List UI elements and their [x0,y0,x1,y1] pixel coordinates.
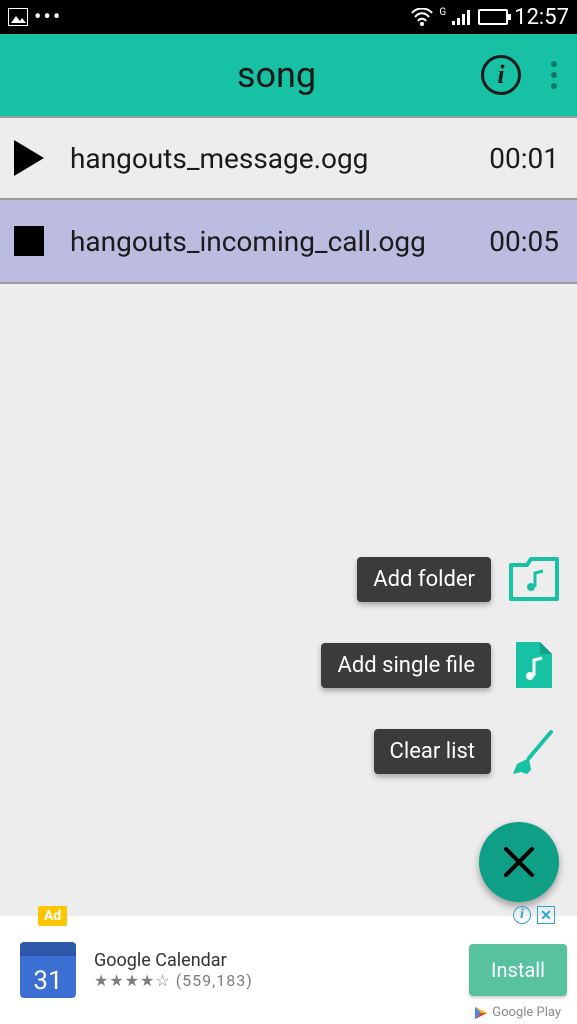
fab-label: Add single file [321,643,491,688]
overflow-menu-icon[interactable] [543,61,565,89]
track-list: hangouts_message.ogg 00:01 hangouts_inco… [0,116,577,284]
ad-banner[interactable]: Ad i ✕ 31 Google Calendar ★★★★☆ (559,183… [0,916,577,1024]
ad-info-icon[interactable]: i [513,906,531,924]
fab-item-add-folder[interactable]: Add folder [357,554,559,604]
track-row[interactable]: hangouts_incoming_call.ogg 00:05 [0,200,577,284]
app-bar: song i [0,34,577,116]
image-icon [8,8,28,26]
store-attribution: Google Play [474,1005,561,1020]
ad-title: Google Calendar [94,950,469,971]
ad-badge: Ad [38,906,67,926]
signal-icon [452,9,472,25]
broom-icon[interactable] [509,726,559,776]
info-icon[interactable]: i [481,55,521,95]
more-dots-icon: ••• [34,5,62,30]
wifi-icon [411,8,433,26]
close-icon [502,845,536,879]
fab-item-add-file[interactable]: Add single file [321,640,559,690]
fab-label: Clear list [374,729,491,774]
track-name: hangouts_message.ogg [70,142,489,175]
page-title: song [72,54,481,96]
folder-music-icon[interactable] [509,554,559,604]
fab-close-button[interactable] [479,822,559,902]
track-duration: 00:01 [489,142,559,175]
track-duration: 00:05 [489,225,559,258]
ad-rating: ★★★★☆ (559,183) [94,971,469,990]
network-type: G [439,7,446,18]
clock: 12:57 [514,5,569,30]
fab-item-clear-list[interactable]: Clear list [374,726,559,776]
track-row[interactable]: hangouts_message.ogg 00:01 [0,116,577,200]
status-right: G 12:57 [411,5,569,30]
status-bar: ••• G 12:57 [0,0,577,34]
ad-close-icon[interactable]: ✕ [537,906,555,924]
fab-label: Add folder [357,557,491,602]
play-store-icon [474,1006,488,1020]
battery-icon [478,9,508,25]
play-icon[interactable] [14,140,44,176]
file-music-icon[interactable] [509,640,559,690]
calendar-app-icon: 31 [20,942,76,998]
install-button[interactable]: Install [469,944,567,996]
stop-icon[interactable] [14,226,44,256]
track-name: hangouts_incoming_call.ogg [70,225,489,258]
ad-text: Google Calendar ★★★★☆ (559,183) [94,950,469,990]
status-left: ••• [8,5,62,30]
fab-menu: Add folder Add single file Clear list [321,554,559,902]
